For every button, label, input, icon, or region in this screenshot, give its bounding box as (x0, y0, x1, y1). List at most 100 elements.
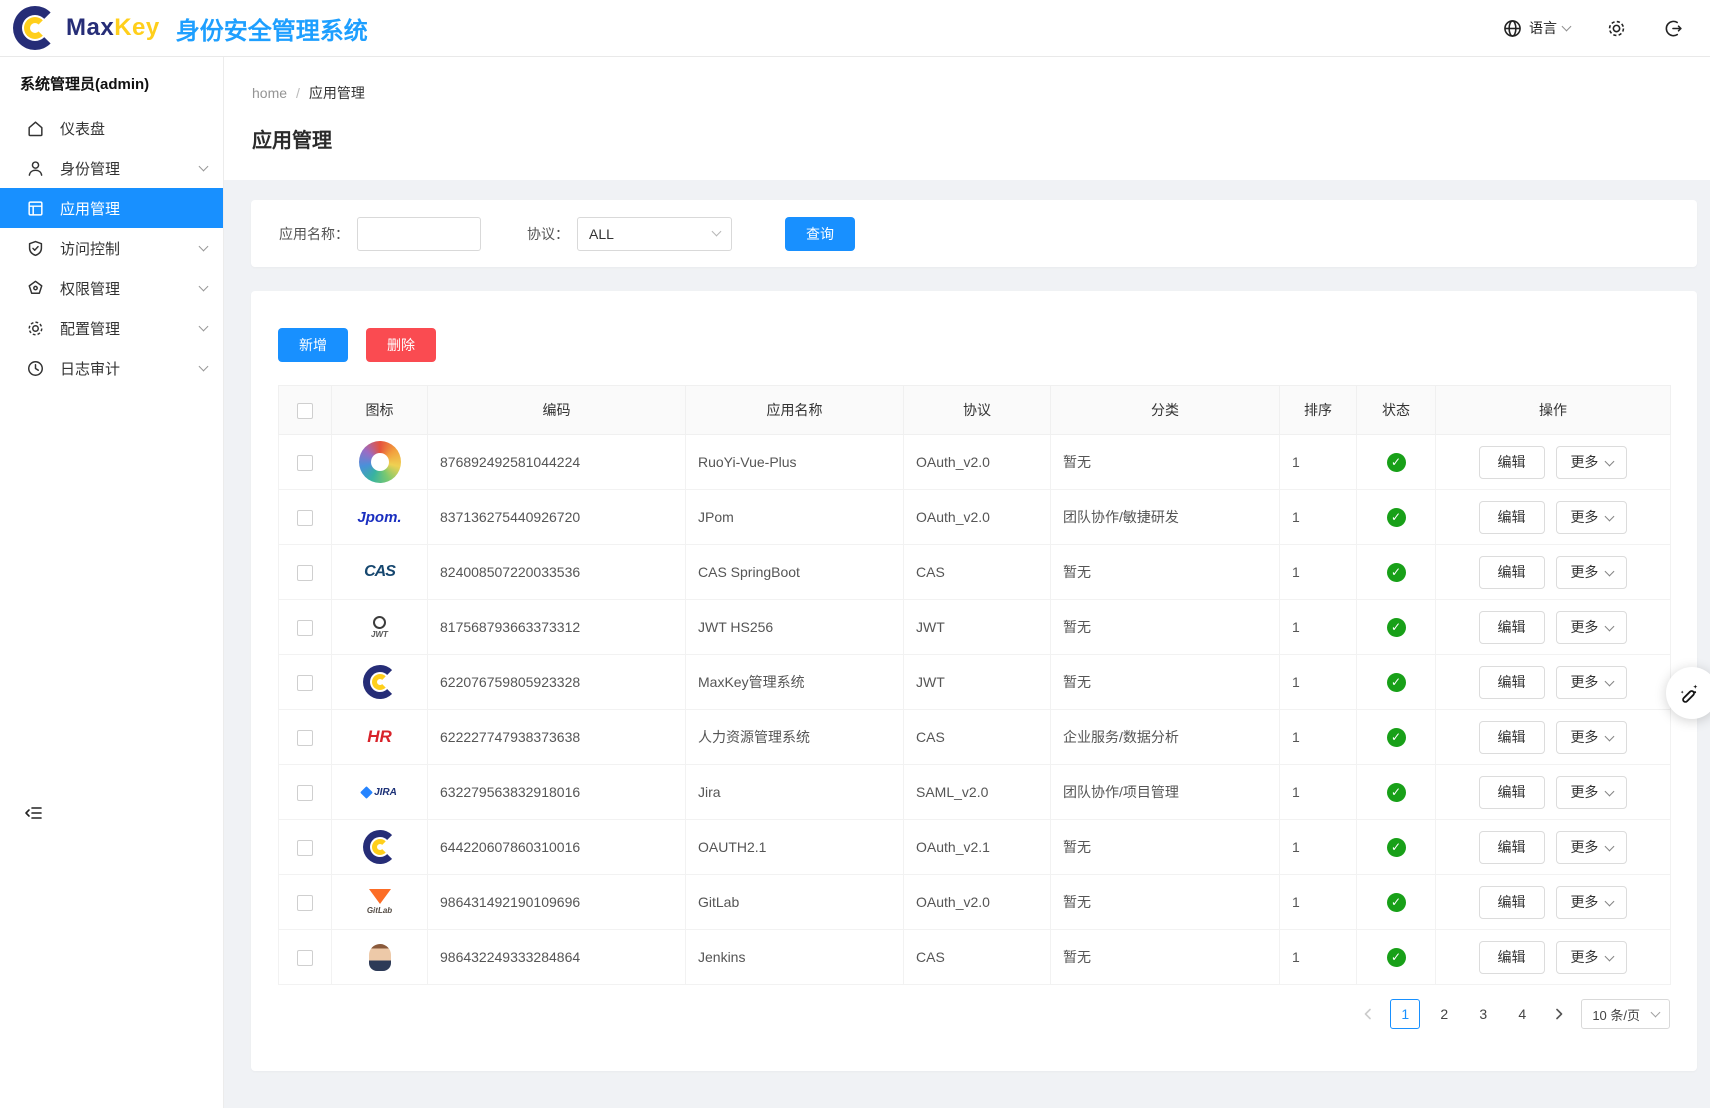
select-all-checkbox[interactable] (297, 403, 313, 419)
row-6-checkbox[interactable] (297, 785, 313, 801)
row-4-checkbox[interactable] (297, 675, 313, 691)
more-button-4[interactable]: 更多 (1556, 666, 1627, 699)
edit-button-3[interactable]: 编辑 (1479, 611, 1545, 644)
app-logo-icon-9 (359, 936, 401, 978)
sidebar-item-applications[interactable]: 应用管理 (0, 188, 223, 228)
chevron-down-icon (199, 281, 209, 291)
prev-page-icon[interactable] (1355, 1000, 1381, 1028)
search-button[interactable]: 查询 (785, 217, 855, 251)
app-name-cell: 人力资源管理系统 (686, 710, 904, 765)
chevron-down-icon (1605, 786, 1615, 796)
edit-button-6[interactable]: 编辑 (1479, 776, 1545, 809)
row-3-checkbox[interactable] (297, 620, 313, 636)
breadcrumb-home[interactable]: home (252, 85, 287, 101)
page-button-1[interactable]: 2 (1429, 999, 1459, 1029)
app-icon-cell: Jpom. (332, 490, 428, 545)
delete-button[interactable]: 删除 (366, 328, 436, 362)
edit-button-1[interactable]: 编辑 (1479, 501, 1545, 534)
app-actions-cell: 编辑 更多 (1436, 710, 1671, 765)
more-button-3[interactable]: 更多 (1556, 611, 1627, 644)
row-7-checkbox[interactable] (297, 840, 313, 856)
chevron-down-icon (199, 241, 209, 251)
edit-button-5[interactable]: 编辑 (1479, 721, 1545, 754)
page-size-select[interactable]: 10 条/页 (1581, 999, 1670, 1029)
page-button-2[interactable]: 3 (1468, 999, 1498, 1029)
edit-button-7[interactable]: 编辑 (1479, 831, 1545, 864)
more-button-0[interactable]: 更多 (1556, 446, 1627, 479)
app-logo-icon-4 (359, 661, 401, 703)
app-logo-icon-1: Jpom. (359, 496, 401, 538)
sidebar-item-dashboard[interactable]: 仪表盘 (0, 108, 223, 148)
app-name-cell: GitLab (686, 875, 904, 930)
app-status-cell (1357, 655, 1436, 710)
more-button-1[interactable]: 更多 (1556, 501, 1627, 534)
row-select-cell (279, 655, 332, 710)
row-select-cell (279, 600, 332, 655)
sidebar-item-audit-log[interactable]: 日志审计 (0, 348, 223, 388)
app-category-cell: 团队协作/敏捷研发 (1051, 490, 1280, 545)
app-name-cell: RuoYi-Vue-Plus (686, 435, 904, 490)
app-protocol-cell: OAuth_v2.0 (904, 875, 1051, 930)
edit-button-0[interactable]: 编辑 (1479, 446, 1545, 479)
app-protocol-cell: JWT (904, 600, 1051, 655)
protocol-select[interactable]: ALL (577, 217, 732, 251)
app-id-cell: 986431492190109696 (428, 875, 686, 930)
menu-collapse-icon[interactable] (24, 803, 44, 826)
column-header-7: 操作 (1436, 386, 1671, 435)
sidebar-item-access-control[interactable]: 访问控制 (0, 228, 223, 268)
more-button-9[interactable]: 更多 (1556, 941, 1627, 974)
more-button-5[interactable]: 更多 (1556, 721, 1627, 754)
language-selector[interactable]: 语言 (1502, 18, 1570, 39)
sidebar-item-label: 应用管理 (60, 198, 207, 219)
app-name-input[interactable] (357, 217, 481, 251)
app-sort-cell: 1 (1280, 655, 1357, 710)
app-category-cell: 暂无 (1051, 435, 1280, 490)
row-0-checkbox[interactable] (297, 455, 313, 471)
row-9-checkbox[interactable] (297, 950, 313, 966)
column-header-5: 排序 (1280, 386, 1357, 435)
page-button-3[interactable]: 4 (1507, 999, 1537, 1029)
status-enabled-icon (1387, 673, 1406, 692)
app-icon-cell (332, 930, 428, 985)
row-select-cell (279, 875, 332, 930)
more-button-7[interactable]: 更多 (1556, 831, 1627, 864)
edit-button-2[interactable]: 编辑 (1479, 556, 1545, 589)
sidebar-item-label: 仪表盘 (60, 118, 207, 139)
page-button-0[interactable]: 1 (1390, 999, 1420, 1029)
more-button-8[interactable]: 更多 (1556, 886, 1627, 919)
chevron-down-icon (1562, 21, 1572, 31)
theme-wand-button[interactable] (1666, 667, 1710, 719)
appstore-icon (26, 199, 45, 218)
next-page-icon[interactable] (1546, 1000, 1572, 1028)
edit-button-9[interactable]: 编辑 (1479, 941, 1545, 974)
edit-button-8[interactable]: 编辑 (1479, 886, 1545, 919)
app-name-label: 应用名称： (279, 224, 349, 244)
breadcrumb-current: 应用管理 (309, 83, 365, 103)
edit-button-4[interactable]: 编辑 (1479, 666, 1545, 699)
app-protocol-cell: JWT (904, 655, 1051, 710)
chevron-down-icon (1605, 841, 1615, 851)
more-button-2[interactable]: 更多 (1556, 556, 1627, 589)
row-5-checkbox[interactable] (297, 730, 313, 746)
app-sort-cell: 1 (1280, 710, 1357, 765)
sidebar-item-identity[interactable]: 身份管理 (0, 148, 223, 188)
settings-gear-icon[interactable] (1606, 18, 1627, 39)
more-button-6[interactable]: 更多 (1556, 776, 1627, 809)
app-sort-cell: 1 (1280, 490, 1357, 545)
add-button[interactable]: 新增 (278, 328, 348, 362)
app-status-cell (1357, 875, 1436, 930)
sidebar-item-configuration[interactable]: 配置管理 (0, 308, 223, 348)
app-status-cell (1357, 600, 1436, 655)
sidebar-item-permissions[interactable]: 权限管理 (0, 268, 223, 308)
logout-icon[interactable] (1663, 18, 1684, 39)
app-sort-cell: 1 (1280, 930, 1357, 985)
chevron-down-icon (1605, 951, 1615, 961)
app-logo-icon-6: JIRA (359, 771, 401, 813)
app-actions-cell: 编辑 更多 (1436, 765, 1671, 820)
app-status-cell (1357, 710, 1436, 765)
row-2-checkbox[interactable] (297, 565, 313, 581)
row-1-checkbox[interactable] (297, 510, 313, 526)
topbar-actions: 语言 (1502, 18, 1684, 39)
pagination: 1 2 3 4 10 条/页 (278, 999, 1670, 1029)
row-8-checkbox[interactable] (297, 895, 313, 911)
